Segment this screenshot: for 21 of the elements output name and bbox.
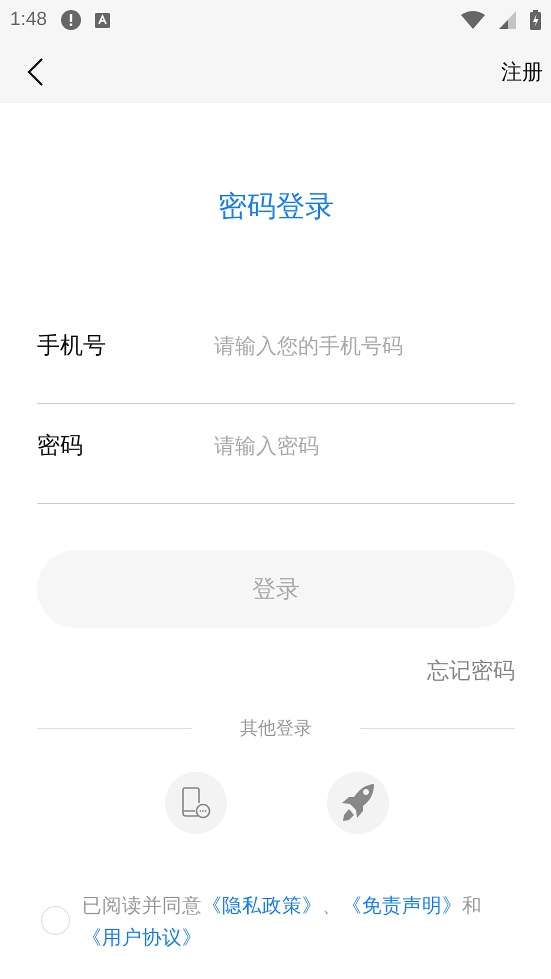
status-time: 1:48 <box>10 9 47 31</box>
forgot-password-link[interactable]: 忘记密码 <box>427 656 515 686</box>
register-button[interactable]: 注册 <box>501 58 543 86</box>
input-field[interactable]: 请输入您的手机号码 <box>214 334 515 358</box>
other-login-label: 其他登录 <box>240 717 312 740</box>
agreement-text: 已阅读并同意《隐私政策》、《免责声明》和 《用户协议》 <box>82 893 483 951</box>
phone-chat-icon <box>181 786 211 820</box>
alert-icon <box>60 10 81 30</box>
rocket-icon <box>340 783 376 823</box>
page-title: 密码登录 <box>218 188 334 225</box>
field-label: 密码 <box>37 432 84 461</box>
keyboard-icon <box>94 12 110 28</box>
policy-link[interactable]: 《免责声明》 <box>342 894 462 917</box>
agreement-checkbox[interactable] <box>41 906 70 935</box>
wifi-icon <box>461 11 485 29</box>
policy-link[interactable]: 《隐私政策》 <box>202 894 322 917</box>
signal-icon <box>499 11 516 29</box>
field-label: 手机号 <box>37 332 107 361</box>
policy-link[interactable]: 《用户协议》 <box>82 926 202 949</box>
input-field[interactable]: 请输入密码 <box>214 434 515 458</box>
battery-icon <box>530 10 541 30</box>
